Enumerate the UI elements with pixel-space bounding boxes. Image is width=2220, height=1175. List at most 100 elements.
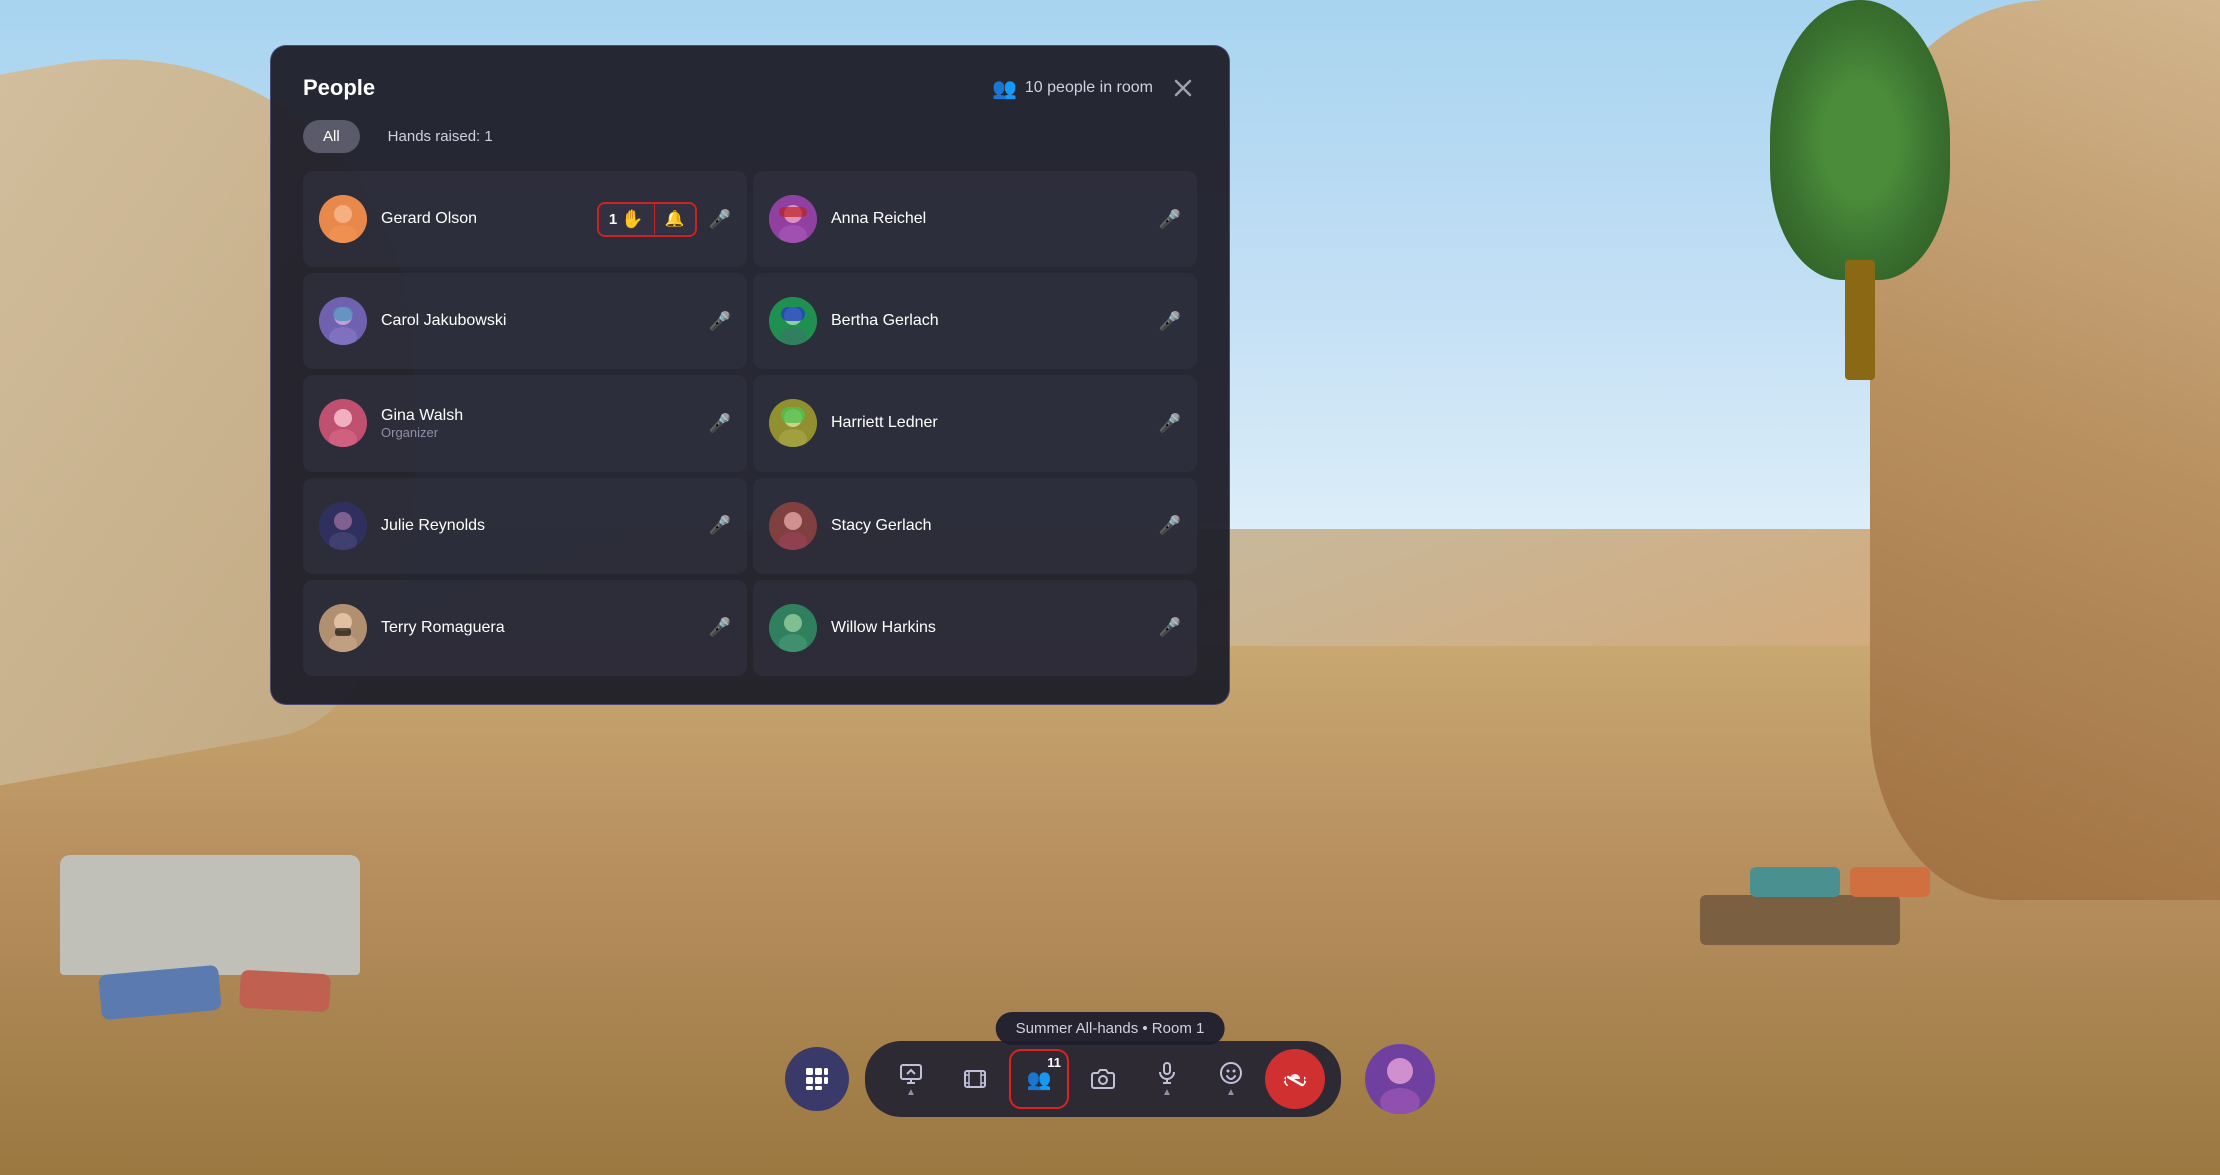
bell-icon: 🔔 [665, 209, 685, 229]
person-actions-harriett: 🎤 [1159, 413, 1181, 434]
person-actions-gerard: 1 ✋ 🔔 🎤 [597, 202, 731, 237]
person-row-carol[interactable]: Carol Jakubowski 🎤 [303, 273, 747, 369]
person-row-bertha[interactable]: Bertha Gerlach 🎤 [753, 273, 1197, 369]
tooltip-text: Summer All-hands • Room 1 [1016, 1020, 1205, 1037]
hand-count-part: 1 ✋ [599, 204, 654, 235]
close-icon [1173, 78, 1193, 98]
person-info-willow: Willow Harkins [831, 619, 1145, 637]
person-row-julie[interactable]: Julie Reynolds 🎤 [303, 478, 747, 574]
person-name-harriett: Harriett Ledner [831, 414, 1145, 432]
avatar-carol [319, 297, 367, 345]
person-name-anna: Anna Reichel [831, 210, 1145, 228]
camera-button[interactable] [1073, 1049, 1133, 1109]
apps-button[interactable] [785, 1047, 849, 1111]
people-grid: Gerard Olson 1 ✋ 🔔 🎤 [303, 171, 1197, 676]
avatar-stacy [769, 502, 817, 550]
emoji-chevron: ▲ [1226, 1087, 1236, 1098]
filter-row: All Hands raised: 1 [303, 120, 1197, 153]
filter-all-button[interactable]: All [303, 120, 360, 153]
panel-header: People 👥 10 people in room [303, 74, 1197, 102]
present-button[interactable]: ▲ [881, 1049, 941, 1109]
mic-muted-icon-stacy: 🎤 [1159, 515, 1181, 536]
panel-header-right: 👥 10 people in room [992, 74, 1197, 102]
people-count-badge: 11 [1047, 1055, 1061, 1070]
person-name-gerard: Gerard Olson [381, 210, 583, 228]
person-actions-terry: 🎤 [709, 617, 731, 638]
mic-muted-icon-anna: 🎤 [1159, 209, 1181, 230]
hand-raised-emoji: ✋ [621, 209, 643, 230]
bg-bench-right [1700, 895, 1900, 945]
person-actions-carol: 🎤 [709, 311, 731, 332]
person-actions-anna: 🎤 [1159, 209, 1181, 230]
film-icon [963, 1067, 987, 1091]
person-info-stacy: Stacy Gerlach [831, 517, 1145, 535]
present-icon [899, 1061, 923, 1085]
person-row-gina[interactable]: Gina Walsh Organizer 🎤 [303, 375, 747, 471]
person-name-bertha: Bertha Gerlach [831, 312, 1145, 330]
person-info-gerard: Gerard Olson [381, 210, 583, 228]
mic-muted-icon-julie: 🎤 [709, 515, 731, 536]
microphone-icon [1155, 1061, 1179, 1085]
bg-sofa [60, 855, 360, 975]
person-info-terry: Terry Romaguera [381, 619, 695, 637]
end-call-icon [1281, 1065, 1309, 1093]
people-count-badge: 👥 10 people in room [992, 76, 1153, 101]
avatar-willow [769, 604, 817, 652]
person-actions-gina: 🎤 [705, 413, 731, 434]
mic-muted-icon-carol: 🎤 [709, 311, 731, 332]
person-row-anna[interactable]: Anna Reichel 🎤 [753, 171, 1197, 267]
person-role-gina: Organizer [381, 425, 691, 440]
person-actions-stacy: 🎤 [1159, 515, 1181, 536]
person-actions-bertha: 🎤 [1159, 311, 1181, 332]
person-name-julie: Julie Reynolds [381, 517, 695, 535]
avatar-terry [319, 604, 367, 652]
panel-title: People [303, 75, 375, 101]
person-info-carol: Carol Jakubowski [381, 312, 695, 330]
avatar-bertha [769, 297, 817, 345]
person-actions-julie: 🎤 [709, 515, 731, 536]
person-row-harriett[interactable]: Harriett Ledner 🎤 [753, 375, 1197, 471]
avatar-gina [319, 399, 367, 447]
person-info-harriett: Harriett Ledner [831, 414, 1145, 432]
emoji-icon [1219, 1061, 1243, 1085]
bg-cushion-teal [1750, 867, 1840, 897]
bg-cushion-orange [1850, 867, 1930, 897]
avatar-gerard [319, 195, 367, 243]
tooltip-bar: Summer All-hands • Room 1 [996, 1012, 1225, 1045]
toolbar: ▲ 👥 11 [785, 1041, 1435, 1117]
reaction-button[interactable]: ▲ [1201, 1049, 1261, 1109]
end-call-button[interactable] [1265, 1049, 1325, 1109]
mic-button[interactable]: ▲ [1137, 1049, 1197, 1109]
person-info-gina: Gina Walsh Organizer [381, 407, 691, 440]
people-button[interactable]: 👥 11 [1009, 1049, 1069, 1109]
hand-raised-box: 1 ✋ 🔔 [597, 202, 697, 237]
person-name-stacy: Stacy Gerlach [831, 517, 1145, 535]
mic-muted-icon-bertha: 🎤 [1159, 311, 1181, 332]
person-actions-willow: 🎤 [1159, 617, 1181, 638]
person-name-willow: Willow Harkins [831, 619, 1145, 637]
grid-icon [804, 1066, 830, 1092]
toolbar-main: ▲ 👥 11 [865, 1041, 1341, 1117]
person-row-gerard[interactable]: Gerard Olson 1 ✋ 🔔 🎤 [303, 171, 747, 267]
avatar-harriett [769, 399, 817, 447]
person-name-gina: Gina Walsh [381, 407, 691, 425]
person-info-anna: Anna Reichel [831, 210, 1145, 228]
mic-muted-icon-willow: 🎤 [1159, 617, 1181, 638]
film-button[interactable] [945, 1049, 1005, 1109]
people-count-text: 10 people in room [1025, 79, 1153, 97]
person-name-terry: Terry Romaguera [381, 619, 695, 637]
user-avatar[interactable] [1365, 1044, 1435, 1114]
people-group-icon: 👥 [992, 76, 1017, 101]
avatar-anna [769, 195, 817, 243]
close-button[interactable] [1169, 74, 1197, 102]
mic-active-icon-gina: 🎤 [709, 413, 731, 434]
mic-muted-icon-harriett: 🎤 [1159, 413, 1181, 434]
person-row-willow[interactable]: Willow Harkins 🎤 [753, 580, 1197, 676]
person-name-carol: Carol Jakubowski [381, 312, 695, 330]
person-info-julie: Julie Reynolds [381, 517, 695, 535]
person-row-terry[interactable]: Terry Romaguera 🎤 [303, 580, 747, 676]
person-row-stacy[interactable]: Stacy Gerlach 🎤 [753, 478, 1197, 574]
bg-tree [1760, 0, 1960, 380]
avatar-julie [319, 502, 367, 550]
people-icon: 👥 [1027, 1067, 1052, 1092]
